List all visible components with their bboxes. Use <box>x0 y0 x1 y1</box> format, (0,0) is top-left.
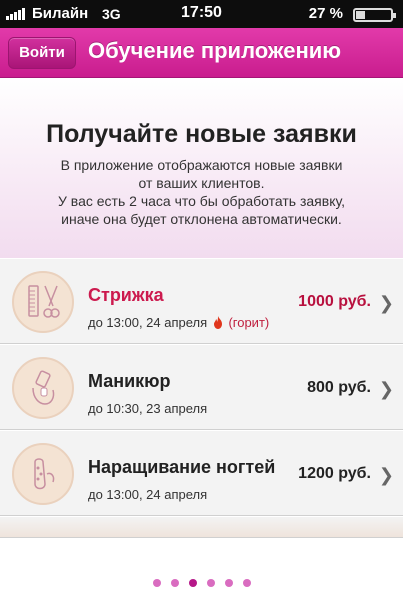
page-dot[interactable] <box>242 579 251 587</box>
deadline-text: до 13:00, 24 апреля <box>88 315 208 330</box>
chevron-right-icon: ❯ <box>378 293 394 313</box>
status-bar: Билайн 3G 17:50 27 % <box>0 0 403 28</box>
request-list: Стрижка до 13:00, 24 апреля (горит) 1000… <box>0 258 403 538</box>
intro-section: Получайте новые заявки В приложение отоб… <box>0 78 403 258</box>
request-name: Стрижка <box>88 285 164 305</box>
deadline-text: до 13:00, 24 апреля <box>88 487 208 502</box>
intro-line-4: иначе она будет отклонена автоматически. <box>61 211 342 227</box>
request-name: Наращивание ногтей <box>88 457 276 477</box>
request-deadline: до 10:30, 23 апреля <box>88 401 207 416</box>
request-item-partial <box>0 516 403 538</box>
page-indicator[interactable] <box>0 574 403 592</box>
request-deadline: до 13:00, 24 апреля <box>88 487 207 502</box>
page-dot[interactable] <box>170 579 179 587</box>
request-item-manicure[interactable]: Маникюр до 10:30, 23 апреля 800 руб. ❯ <box>0 344 403 430</box>
request-item-haircut[interactable]: Стрижка до 13:00, 24 апреля (горит) 1000… <box>0 258 403 344</box>
battery-icon <box>353 8 396 22</box>
login-button[interactable]: Войти <box>8 37 76 69</box>
page-dot[interactable] <box>152 579 161 587</box>
chevron-right-icon: ❯ <box>378 465 394 485</box>
manicure-icon <box>12 357 74 419</box>
page-dot[interactable] <box>206 579 215 587</box>
request-deadline: до 13:00, 24 апреля (горит) <box>88 315 269 330</box>
intro-line-2: от ваших клиентов. <box>138 175 265 191</box>
request-item-nail-extension[interactable]: Наращивание ногтей до 13:00, 24 апреля 1… <box>0 430 403 516</box>
navigation-bar: Войти Обучение приложению <box>0 28 403 78</box>
intro-line-1: В приложение отображаются новые заявки <box>60 157 343 173</box>
intro-description: В приложение отображаются новые заявки о… <box>0 156 403 228</box>
flame-icon <box>213 316 222 329</box>
intro-heading: Получайте новые заявки <box>46 120 357 148</box>
request-price: 1200 руб. <box>298 465 371 482</box>
page-dot[interactable] <box>224 579 233 587</box>
request-name: Маникюр <box>88 371 171 391</box>
page-title: Обучение приложению <box>88 38 342 63</box>
nail-extension-icon <box>12 443 74 505</box>
burning-status: (горит) <box>228 315 270 330</box>
haircut-icon <box>12 271 74 333</box>
intro-line-3: У вас есть 2 часа что бы обработать заяв… <box>58 193 345 209</box>
page-dot[interactable] <box>188 579 197 587</box>
request-price: 1000 руб. <box>298 293 371 310</box>
request-price: 800 руб. <box>307 379 371 396</box>
chevron-right-icon: ❯ <box>378 379 394 399</box>
battery-percentage: 27 % <box>308 5 343 22</box>
deadline-text: до 10:30, 23 апреля <box>88 401 208 416</box>
